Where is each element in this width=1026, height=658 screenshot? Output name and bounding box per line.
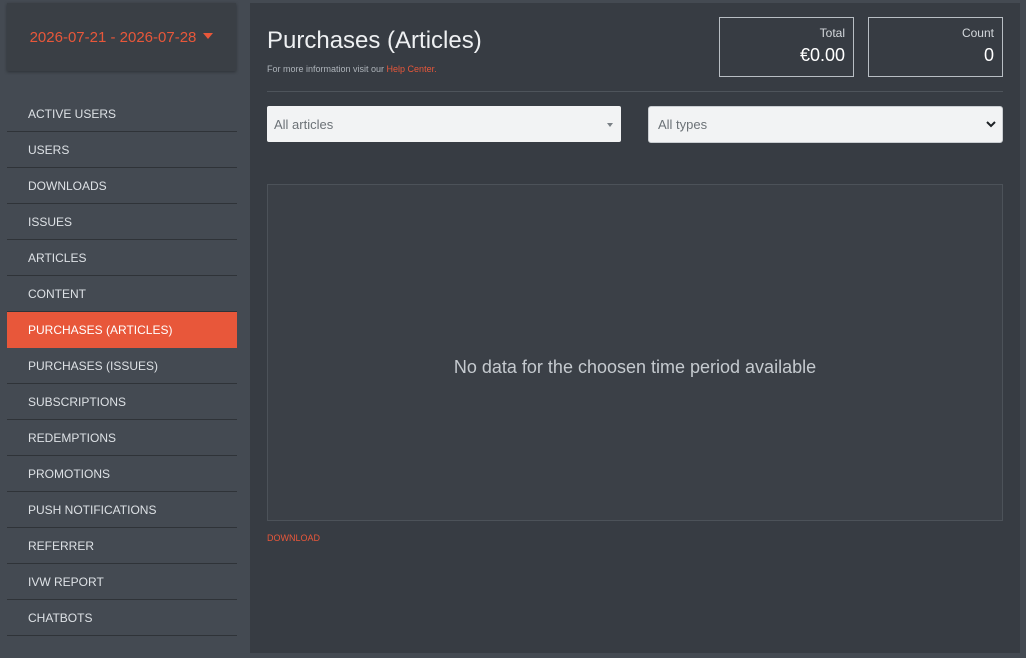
- header-divider: [267, 91, 1003, 92]
- analytics-app: 2026-07-21 - 2026-07-28 ACTIVE USERS USER…: [0, 0, 1026, 658]
- count-value: 0: [983, 45, 994, 65]
- caret-down-icon: [203, 33, 214, 39]
- sidebar-item-ivw-report[interactable]: IVW REPORT: [7, 564, 237, 600]
- sidebar-item-downloads[interactable]: DOWNLOADS: [7, 168, 237, 204]
- sidebar-item-chatbots[interactable]: CHATBOTS: [7, 600, 237, 636]
- page-title: Purchases (Articles): [267, 27, 482, 54]
- sidebar-item-redemptions[interactable]: REDEMPTIONS: [7, 420, 237, 456]
- sidebar-item-referrer[interactable]: REFERRER: [7, 528, 237, 564]
- chart-area: No data for the choosen time period avai…: [267, 184, 1003, 521]
- total-label: Total: [819, 26, 845, 40]
- sidebar-item-push-notifications[interactable]: PUSH NOTIFICATIONS: [7, 492, 237, 528]
- sidebar-nav: ACTIVE USERS USERS DOWNLOADS ISSUES ARTICLES…: [7, 96, 237, 636]
- sidebar-item-purchases-articles[interactable]: PURCHASES (ARTICLES): [7, 312, 237, 348]
- types-select-value: All types: [658, 117, 708, 132]
- main-panel: Purchases (Articles) For more informatio…: [250, 3, 1020, 653]
- sidebar-item-articles[interactable]: ARTICLES: [7, 240, 237, 276]
- date-range-label: 2026-07-21 - 2026-07-28: [29, 28, 197, 46]
- date-range-picker[interactable]: 2026-07-21 - 2026-07-28: [7, 3, 236, 71]
- empty-state-message: No data for the choosen time period avai…: [453, 357, 817, 377]
- sidebar-item-active-users[interactable]: ACTIVE USERS: [7, 96, 237, 132]
- articles-select-placeholder: All articles: [274, 116, 334, 132]
- count-stat: Count 0: [868, 17, 1003, 77]
- chevron-down-icon: [986, 121, 996, 128]
- help-prefix: For more information visit our: [267, 64, 387, 74]
- sidebar-item-users[interactable]: USERS: [7, 132, 237, 168]
- sidebar-item-promotions[interactable]: PROMOTIONS: [7, 456, 237, 492]
- sidebar-item-purchases-issues[interactable]: PURCHASES (ISSUES): [7, 348, 237, 384]
- download-link[interactable]: DOWNLOAD: [267, 533, 320, 543]
- types-select[interactable]: All types: [648, 106, 1003, 143]
- articles-select[interactable]: All articles: [267, 106, 621, 142]
- sidebar-item-issues[interactable]: ISSUES: [7, 204, 237, 240]
- total-value: €0.00: [799, 45, 845, 65]
- help-center-link[interactable]: Help Center.: [387, 64, 437, 74]
- total-stat: Total €0.00: [719, 17, 854, 77]
- dropdown-arrow-icon: [607, 123, 613, 127]
- sidebar-item-subscriptions[interactable]: SUBSCRIPTIONS: [7, 384, 237, 420]
- sidebar-item-content[interactable]: CONTENT: [7, 276, 237, 312]
- count-label: Count: [961, 26, 994, 40]
- help-text: For more information visit our Help Cent…: [267, 64, 437, 74]
- sidebar: 2026-07-21 - 2026-07-28 ACTIVE USERS USER…: [7, 0, 237, 658]
